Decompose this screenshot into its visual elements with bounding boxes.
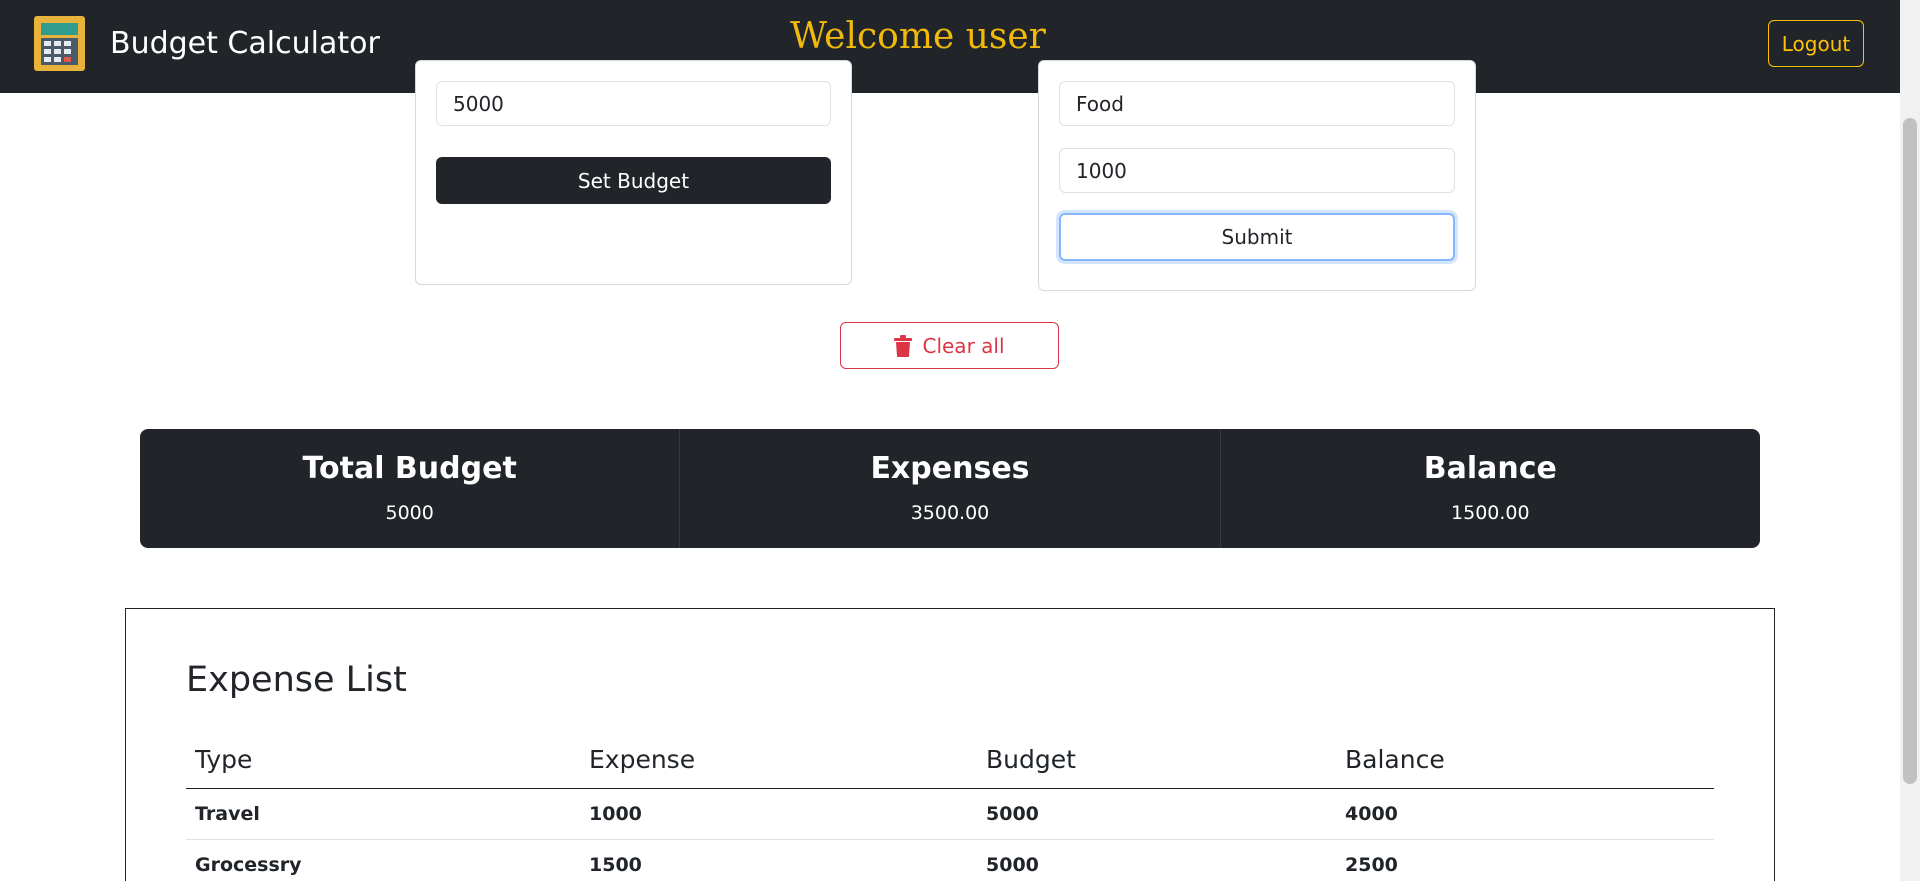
balance-section: Balance 1500.00 (1221, 429, 1760, 548)
clear-all-button[interactable]: Clear all (840, 322, 1059, 369)
column-header-expense: Expense (589, 745, 696, 774)
table-cell: 4000 (1345, 803, 1398, 825)
logout-button[interactable]: Logout (1768, 20, 1864, 67)
budget-input[interactable]: 5000 (436, 81, 831, 126)
expense-list-panel (125, 608, 1775, 881)
table-cell: 1000 (589, 803, 642, 825)
expense-amount-input[interactable]: 1000 (1059, 148, 1455, 193)
column-header-budget: Budget (986, 745, 1076, 774)
summary-panel: Total Budget 5000 Expenses 3500.00 Balan… (140, 429, 1760, 548)
column-header-type: Type (195, 745, 253, 774)
navbar: Budget Calculator Welcome user Logout (0, 0, 1900, 93)
expenses-section: Expenses 3500.00 (680, 429, 1221, 548)
total-budget-label: Total Budget (302, 451, 517, 486)
clear-all-label: Clear all (922, 333, 1005, 358)
submit-button[interactable]: Submit (1059, 213, 1455, 261)
table-cell: Travel (195, 803, 260, 825)
table-cell: 2500 (1345, 854, 1398, 876)
table-row-divider (186, 839, 1714, 840)
trash-icon (894, 334, 913, 357)
table-cell: 5000 (986, 854, 1039, 876)
expenses-value: 3500.00 (910, 502, 990, 524)
table-header-divider (186, 788, 1714, 789)
column-header-balance: Balance (1345, 745, 1445, 774)
page-scrollbar-thumb[interactable] (1903, 118, 1917, 784)
table-cell: 5000 (986, 803, 1039, 825)
expenses-label: Expenses (870, 451, 1030, 486)
total-budget-section: Total Budget 5000 (140, 429, 681, 548)
welcome-heading: Welcome user (790, 16, 1046, 57)
total-budget-value: 5000 (385, 502, 434, 524)
balance-label: Balance (1423, 451, 1557, 486)
balance-value: 1500.00 (1451, 502, 1530, 524)
set-budget-button[interactable]: Set Budget (436, 157, 831, 204)
expense-type-input[interactable]: Food (1059, 81, 1455, 126)
table-cell: 1500 (589, 854, 642, 876)
table-cell: Grocessry (195, 854, 302, 876)
expense-list-title: Expense List (186, 660, 407, 700)
